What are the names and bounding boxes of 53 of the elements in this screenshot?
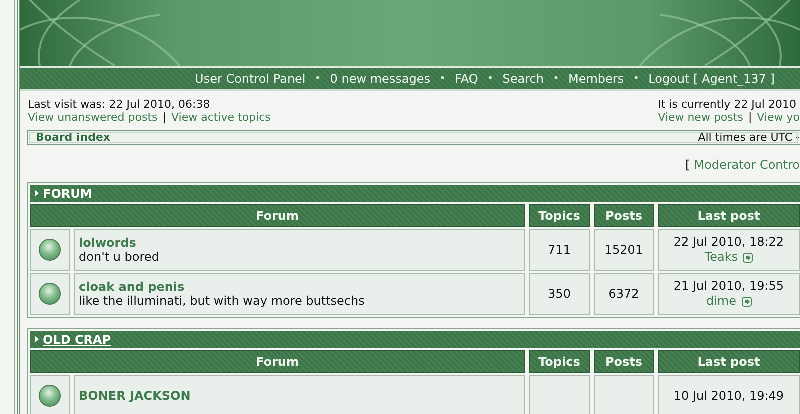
link[interactable]: View active topics bbox=[171, 111, 271, 124]
column-header: Last post bbox=[658, 204, 800, 227]
last-post-time: 21 Jul 2010, 19:55 bbox=[674, 279, 784, 294]
nav-link[interactable]: 0 new messages bbox=[330, 72, 431, 86]
triangle-icon bbox=[35, 336, 39, 343]
separator: • bbox=[314, 72, 322, 85]
forum-status-icon bbox=[39, 385, 61, 407]
author-link[interactable]: dime bbox=[706, 294, 737, 309]
moderator-control-link[interactable]: Moderator Contro bbox=[694, 158, 800, 172]
column-header: Forum bbox=[30, 350, 525, 373]
column-header: Topics bbox=[529, 204, 590, 227]
last-post-time: 10 Jul 2010, 19:49 bbox=[674, 388, 784, 404]
go-arrow-icon[interactable] bbox=[743, 252, 754, 262]
link[interactable]: View yo bbox=[757, 111, 800, 124]
forum-description: like the illuminati, but with way more buttsechs bbox=[79, 294, 365, 308]
triangle-icon bbox=[35, 190, 39, 197]
posts-cell: 6372 bbox=[594, 273, 654, 315]
go-arrow-icon[interactable] bbox=[742, 296, 752, 306]
posts-cell: 15201 bbox=[594, 229, 654, 271]
separator: • bbox=[487, 72, 494, 85]
nav-link[interactable]: Members bbox=[568, 72, 624, 86]
column-header: Posts bbox=[594, 350, 654, 373]
separator: | bbox=[162, 111, 166, 124]
author-link[interactable]: Teaks bbox=[704, 250, 738, 265]
category-title[interactable]: FORUM bbox=[43, 186, 92, 200]
link[interactable]: View new posts bbox=[658, 111, 744, 124]
category-title[interactable]: OLD CRAP bbox=[43, 332, 112, 346]
forum-description: don't u bored bbox=[79, 250, 160, 264]
last-visit-text: Last visit was: 22 Jul 2010, 06:38 bbox=[28, 98, 210, 111]
nav-link[interactable]: User Control Panel bbox=[195, 72, 306, 86]
column-header: Posts bbox=[594, 204, 654, 227]
board-index-link[interactable]: Board index bbox=[36, 131, 111, 144]
nav-link[interactable]: Search bbox=[502, 72, 544, 86]
column-header: Last post bbox=[658, 350, 800, 373]
topics-cell: 350 bbox=[529, 273, 590, 315]
forum-status-icon bbox=[39, 283, 61, 305]
separator: • bbox=[440, 72, 446, 85]
current-time-text: It is currently 22 Jul 2010 bbox=[658, 98, 796, 111]
separator: | bbox=[748, 111, 752, 124]
topics-cell: 711 bbox=[529, 229, 590, 271]
forum-name-link[interactable]: lolwords bbox=[79, 236, 136, 250]
column-header: Forum bbox=[30, 204, 525, 227]
forum-name-link[interactable]: BONER JACKSON bbox=[79, 389, 191, 403]
forum-name-link[interactable]: cloak and penis bbox=[79, 280, 185, 294]
column-header: Topics bbox=[529, 350, 590, 373]
nav-link[interactable]: Logout [ Agent_137 ] bbox=[648, 72, 775, 86]
separator: • bbox=[633, 72, 640, 85]
bracket: [ bbox=[685, 158, 690, 172]
forum-status-icon bbox=[39, 239, 61, 261]
nav-link[interactable]: FAQ bbox=[455, 72, 478, 86]
link[interactable]: View unanswered posts bbox=[28, 111, 158, 124]
last-post-time: 22 Jul 2010, 18:22 bbox=[674, 235, 784, 250]
separator: • bbox=[553, 72, 560, 85]
